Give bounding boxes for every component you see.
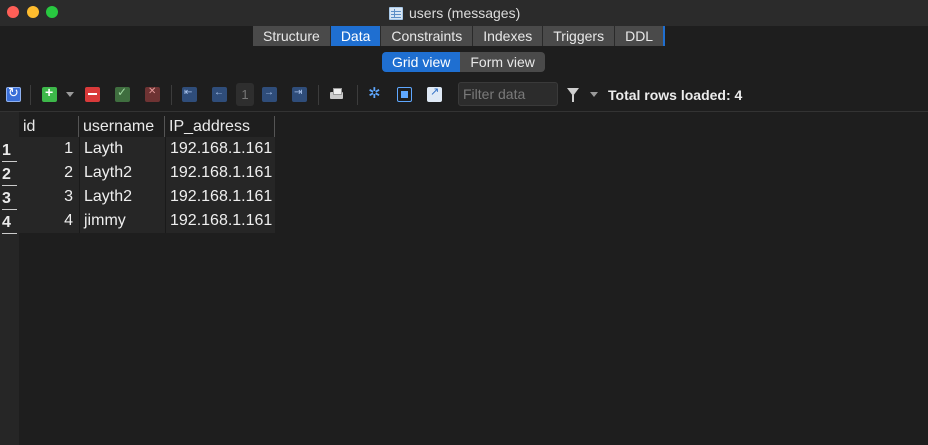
rollback-icon[interactable] <box>145 86 160 102</box>
data-toolbar: 1 Total rows loaded: 4 <box>0 80 928 110</box>
toolbar-divider <box>357 85 358 105</box>
form-view-button[interactable]: Form view <box>460 52 545 72</box>
table-cell-username[interactable]: jimmy <box>79 209 165 233</box>
commit-icon[interactable] <box>115 85 130 102</box>
table-cell-username[interactable]: Layth2 <box>79 161 165 185</box>
filter-funnel-icon[interactable] <box>567 88 579 102</box>
tab-constraints[interactable]: Constraints <box>381 26 474 46</box>
print-icon[interactable] <box>329 87 344 102</box>
tab-indexes[interactable]: Indexes <box>473 26 544 46</box>
view-toggle: Grid view Form view <box>382 52 545 72</box>
table-cell-ip-address[interactable]: 192.168.1.161 <box>165 209 275 233</box>
window-title-text: users (messages) <box>409 5 521 21</box>
tab-data[interactable]: Data <box>330 26 382 46</box>
table-cell-username[interactable]: Layth2 <box>79 185 165 209</box>
table-cell-id[interactable]: 1 <box>19 137 79 161</box>
delete-row-icon[interactable] <box>85 87 100 102</box>
tab-ddl[interactable]: DDL <box>615 26 666 46</box>
filter-dropdown-icon[interactable] <box>590 92 598 97</box>
tab-structure[interactable]: Structure <box>253 26 331 46</box>
rows-loaded-status: Total rows loaded: 4 <box>608 87 743 103</box>
close-window-button[interactable] <box>7 6 19 18</box>
column-header-username[interactable]: username <box>79 116 165 138</box>
table-cell-ip-address[interactable]: 192.168.1.161 <box>165 161 275 185</box>
add-row-dropdown-icon[interactable] <box>66 92 74 97</box>
row-number[interactable]: 4 <box>2 212 17 234</box>
next-page-icon[interactable] <box>262 87 277 102</box>
filter-input[interactable] <box>458 82 558 106</box>
column-header-id[interactable]: id <box>19 116 79 138</box>
add-row-icon[interactable] <box>42 84 57 102</box>
toolbar-divider <box>171 85 172 105</box>
last-page-icon[interactable] <box>292 87 307 102</box>
row-number[interactable]: 3 <box>2 188 17 210</box>
minimize-window-button[interactable] <box>27 6 39 18</box>
window-title: users (messages) <box>389 5 520 21</box>
grid-view-button[interactable]: Grid view <box>382 52 461 72</box>
toolbar-divider <box>30 85 31 105</box>
table-cell-username[interactable]: Layth <box>79 137 165 161</box>
column-header-ip-address[interactable]: IP_address <box>165 116 275 138</box>
toolbar-divider <box>318 85 319 105</box>
table-cell-ip-address[interactable]: 192.168.1.161 <box>165 185 275 209</box>
table-cell-ip-address[interactable]: 192.168.1.161 <box>165 137 275 161</box>
table-cell-id[interactable]: 2 <box>19 161 79 185</box>
previous-page-icon[interactable] <box>212 87 227 102</box>
page-number[interactable]: 1 <box>236 83 254 106</box>
editor-tabs: Structure Data Constraints Indexes Trigg… <box>253 26 666 46</box>
expand-columns-icon[interactable] <box>397 87 412 102</box>
export-icon[interactable] <box>427 85 442 102</box>
refresh-icon[interactable] <box>6 85 21 102</box>
row-number[interactable]: 2 <box>2 164 17 186</box>
table-cell-id[interactable]: 4 <box>19 209 79 233</box>
maximize-window-button[interactable] <box>46 6 58 18</box>
fit-columns-icon[interactable] <box>368 84 383 102</box>
table-icon <box>389 6 403 20</box>
data-grid: id username IP_address 1 1 Layth 192.168… <box>0 111 928 445</box>
first-page-icon[interactable] <box>182 87 197 102</box>
title-bar: users (messages) <box>0 0 928 26</box>
row-number[interactable]: 1 <box>2 140 17 162</box>
table-cell-id[interactable]: 3 <box>19 185 79 209</box>
tab-triggers[interactable]: Triggers <box>543 26 616 46</box>
